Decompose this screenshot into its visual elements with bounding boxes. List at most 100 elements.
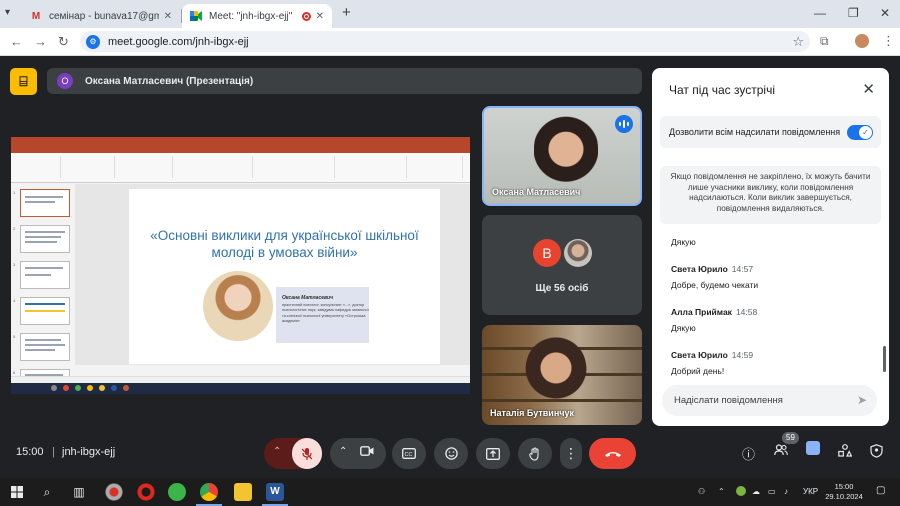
participant-tile-nataliia[interactable]: Наталія Бутвинчук	[482, 325, 642, 425]
recording-icon	[301, 11, 311, 21]
tab-title: семінар - bunava17@gmail.com	[49, 10, 159, 22]
participant-name: Наталія Бутвинчук	[490, 408, 574, 418]
tray-onedrive-icon[interactable]: ☁	[752, 487, 760, 496]
leave-call-button[interactable]	[589, 438, 636, 469]
volume-icon[interactable]: ♪	[784, 487, 788, 496]
tray-people-icon[interactable]: ⚇	[698, 487, 705, 496]
meeting-code: jnh-ibgx-ejj	[62, 446, 116, 458]
camera-icon	[360, 446, 374, 456]
author-description: практичний психолог, консультант «...», …	[282, 303, 369, 323]
participant-tile-more[interactable]: В Ще 56 осіб	[482, 215, 642, 315]
allow-messages-setting: Дозволити всім надсилати повідомлення	[660, 116, 881, 148]
participant-tile-oksana[interactable]: Оксана Матласевич	[482, 106, 642, 206]
back-icon[interactable]: ←	[10, 34, 23, 49]
captions-button[interactable]: CC	[392, 438, 426, 469]
activities-icon[interactable]	[838, 444, 853, 460]
video-options-icon[interactable]: ⌃	[339, 446, 347, 457]
chat-icon[interactable]	[806, 441, 820, 455]
meeting-info-icon[interactable]: ⌸	[10, 68, 37, 95]
chat-scrollbar[interactable]	[883, 346, 886, 372]
mic-off-icon	[302, 447, 312, 460]
chat-panel: Чат під час зустрічі ✕ Дозволити всім на…	[652, 68, 889, 426]
message-text: Дякую	[671, 237, 696, 247]
current-slide: «Основні виклики для української шкільно…	[129, 189, 440, 364]
chat-app-icon[interactable]	[168, 483, 186, 501]
camera-button[interactable]	[360, 446, 374, 459]
author-name: Оксана Матласевич	[282, 295, 334, 301]
tray-chevron-icon[interactable]: ⌃	[718, 487, 725, 496]
taskbar-app-icon[interactable]	[105, 483, 123, 501]
close-tab-icon[interactable]: ✕	[316, 11, 324, 22]
taskbar-search-icon[interactable]: ⌕	[40, 484, 54, 500]
more-options-button[interactable]: ⋮	[560, 438, 582, 469]
chat-messages: Дякую Света Юрило 14:57 Добре, будемо чек…	[671, 234, 871, 376]
chrome-icon[interactable]	[200, 483, 218, 501]
participant-name: Оксана Матласевич	[492, 187, 581, 197]
svg-text:CC: CC	[405, 452, 413, 458]
camera-control: ⌃	[330, 438, 386, 469]
slide-thumbnail	[20, 189, 70, 217]
message-sender: Алла Приймак	[671, 307, 732, 317]
speaking-indicator-icon	[615, 115, 633, 133]
url-field[interactable]: ⚙ meet.google.com/jnh-ibgx-ejj ☆	[80, 31, 810, 52]
taskbar-clock[interactable]: 15:00 29.10.2024	[820, 482, 868, 502]
present-screen-icon	[486, 447, 500, 460]
presenter-label: Оксана Матласевич (Презентація)	[85, 75, 254, 87]
close-tab-icon[interactable]: ✕	[164, 11, 172, 22]
windows-taskbar: ⌕ ▥ W ⚇ ⌃ ☁ ▭ ♪ УКР 15:00 29.10.2024 ▢	[0, 478, 900, 506]
present-button[interactable]	[476, 438, 510, 469]
slide-thumbnail	[20, 261, 70, 289]
site-info-icon[interactable]: ⚙	[86, 34, 100, 49]
address-bar: ← → ↻ ⚙ meet.google.com/jnh-ibgx-ejj ☆ ⧉…	[0, 28, 900, 56]
send-icon[interactable]: ➤	[857, 393, 867, 407]
chat-info-note: Якщо повідомлення не закріплено, їх можу…	[660, 166, 881, 224]
audio-options-icon[interactable]: ⌃	[273, 446, 281, 457]
windows-start-icon[interactable]	[10, 484, 24, 500]
author-card: Оксана Матласевич практичний психолог, к…	[276, 287, 369, 343]
reactions-button[interactable]	[434, 438, 468, 469]
extensions-icon[interactable]: ⧉	[820, 34, 829, 49]
meeting-details-icon[interactable]: ⓘ	[742, 444, 755, 463]
language-indicator[interactable]: УКР	[803, 487, 818, 496]
allow-messages-label: Дозволити всім надсилати повідомлення	[669, 127, 841, 137]
chat-input-box: ➤	[662, 385, 877, 416]
opera-icon[interactable]	[137, 483, 155, 501]
allow-messages-toggle[interactable]	[847, 125, 873, 140]
restore-icon[interactable]: ❐	[848, 6, 859, 20]
participants-count-badge: 59	[782, 432, 799, 444]
host-controls-icon[interactable]	[870, 444, 883, 461]
battery-icon[interactable]: ▭	[768, 487, 776, 496]
chat-header: Чат під час зустрічі	[669, 83, 775, 97]
tray-app-icon[interactable]	[736, 486, 746, 496]
microphone-control: ⌃	[264, 438, 322, 469]
reload-icon[interactable]: ↻	[58, 34, 69, 50]
mic-off-button[interactable]	[292, 438, 322, 469]
message-sender: Света Юрило	[671, 350, 728, 360]
raise-hand-button[interactable]	[518, 438, 552, 469]
browser-menu-icon[interactable]: ⋮	[882, 33, 895, 49]
minimize-icon[interactable]: —	[814, 6, 826, 20]
notifications-icon[interactable]: ▢	[876, 485, 885, 496]
taskbar-time: 15:00	[834, 482, 854, 491]
tab-gmail[interactable]: M семінар - bunava17@gmail.com ✕	[22, 4, 180, 28]
tab-search-icon[interactable]: ▾	[5, 7, 10, 18]
file-explorer-icon[interactable]	[234, 483, 252, 501]
shared-taskbar	[11, 383, 470, 394]
tab-meet[interactable]: Meet: "jnh-ibgx-ejj" ✕	[182, 4, 332, 28]
profile-avatar[interactable]	[855, 34, 869, 48]
hangup-icon	[604, 451, 621, 457]
taskbar-date: 29.10.2024	[825, 492, 863, 501]
chat-message-input[interactable]	[662, 385, 847, 416]
task-view-icon[interactable]: ▥	[72, 484, 86, 500]
new-tab-button[interactable]: +	[342, 4, 351, 21]
bookmark-star-icon[interactable]: ☆	[792, 34, 804, 50]
chat-message: Света Юрило 14:57 Добре, будемо чекати	[671, 259, 871, 290]
people-icon[interactable]	[774, 444, 788, 459]
participant-avatar-photo	[564, 239, 592, 267]
close-chat-icon[interactable]: ✕	[862, 80, 875, 98]
url-text: meet.google.com/jnh-ibgx-ejj	[108, 35, 249, 48]
close-window-icon[interactable]: ✕	[880, 6, 890, 20]
forward-icon[interactable]: →	[34, 34, 47, 49]
word-icon[interactable]: W	[266, 483, 284, 501]
participant-avatar: В	[533, 239, 561, 267]
